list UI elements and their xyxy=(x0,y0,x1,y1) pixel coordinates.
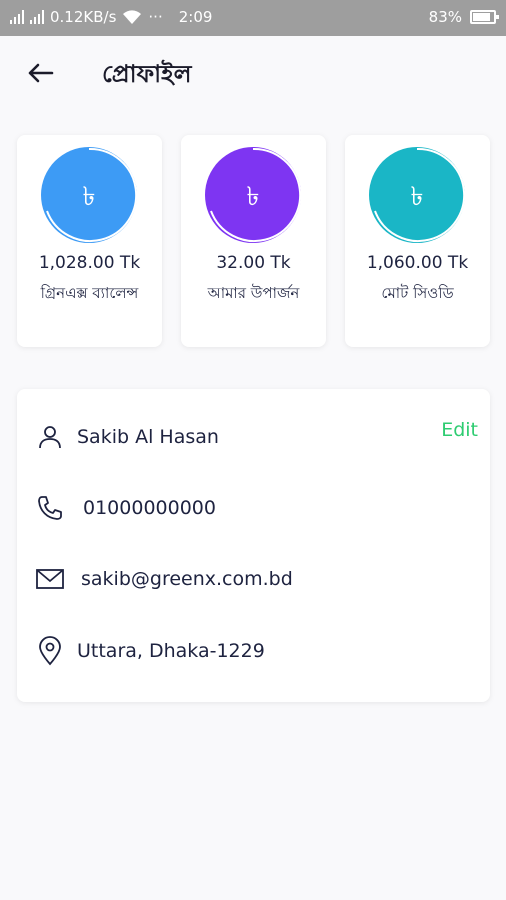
phone-row: 01000000000 xyxy=(35,490,216,526)
balance-card[interactable]: ৳ 1,028.00 Tk গ্রিনএক্স ব্যালেন্স xyxy=(17,135,162,347)
page-title: প্রোফাইল xyxy=(102,60,192,88)
address-row: Uttara, Dhaka-1229 xyxy=(35,633,265,669)
total-cod-amount: 1,060.00 Tk xyxy=(366,253,469,273)
overflow-dots: ··· xyxy=(148,8,163,26)
signal-icon xyxy=(10,10,24,24)
taka-icon: ৳ xyxy=(41,147,138,243)
currency-symbol: ৳ xyxy=(83,182,96,212)
email-row: sakib@greenx.com.bd xyxy=(35,561,293,597)
profile-address: Uttara, Dhaka-1229 xyxy=(77,640,265,662)
phone-icon xyxy=(35,493,65,523)
signal-icon xyxy=(30,10,44,24)
name-row: Sakib Al Hasan xyxy=(35,419,219,455)
network-speed: 0.12KB/s xyxy=(50,8,117,26)
profile-info-card: Edit Sakib Al Hasan 01000000000 sakib@gr… xyxy=(17,389,490,702)
edit-button[interactable]: Edit xyxy=(441,419,478,441)
back-button[interactable] xyxy=(24,56,58,90)
balance-label: গ্রিনএক্স ব্যালেন্স xyxy=(40,284,139,302)
taka-icon: ৳ xyxy=(205,147,302,243)
status-bar: 0.12KB/s ··· 2:09 83% xyxy=(0,0,506,36)
currency-symbol: ৳ xyxy=(247,182,260,212)
balance-amount: 1,028.00 Tk xyxy=(38,253,141,273)
wifi-icon xyxy=(123,10,142,24)
summary-cards: ৳ 1,028.00 Tk গ্রিনএক্স ব্যালেন্স ৳ 32.0… xyxy=(17,135,491,347)
battery-percent: 83% xyxy=(428,8,462,26)
profile-phone: 01000000000 xyxy=(83,497,216,519)
total-cod-label: মোট সিওডি xyxy=(381,284,454,302)
status-time: 2:09 xyxy=(178,8,213,26)
back-arrow-icon xyxy=(28,63,54,83)
earning-card[interactable]: ৳ 32.00 Tk আমার উপার্জন xyxy=(181,135,326,347)
currency-symbol: ৳ xyxy=(411,182,424,212)
taka-icon: ৳ xyxy=(369,147,466,243)
location-pin-icon xyxy=(35,636,65,666)
total-cod-card[interactable]: ৳ 1,060.00 Tk মোট সিওডি xyxy=(345,135,490,347)
app-header: প্রোফাইল xyxy=(0,36,506,112)
profile-email: sakib@greenx.com.bd xyxy=(81,568,293,590)
earning-label: আমার উপার্জন xyxy=(207,284,300,302)
battery-icon xyxy=(470,10,499,24)
mail-icon xyxy=(35,564,65,594)
profile-name: Sakib Al Hasan xyxy=(77,426,219,448)
earning-amount: 32.00 Tk xyxy=(216,253,291,273)
user-icon xyxy=(35,422,65,452)
